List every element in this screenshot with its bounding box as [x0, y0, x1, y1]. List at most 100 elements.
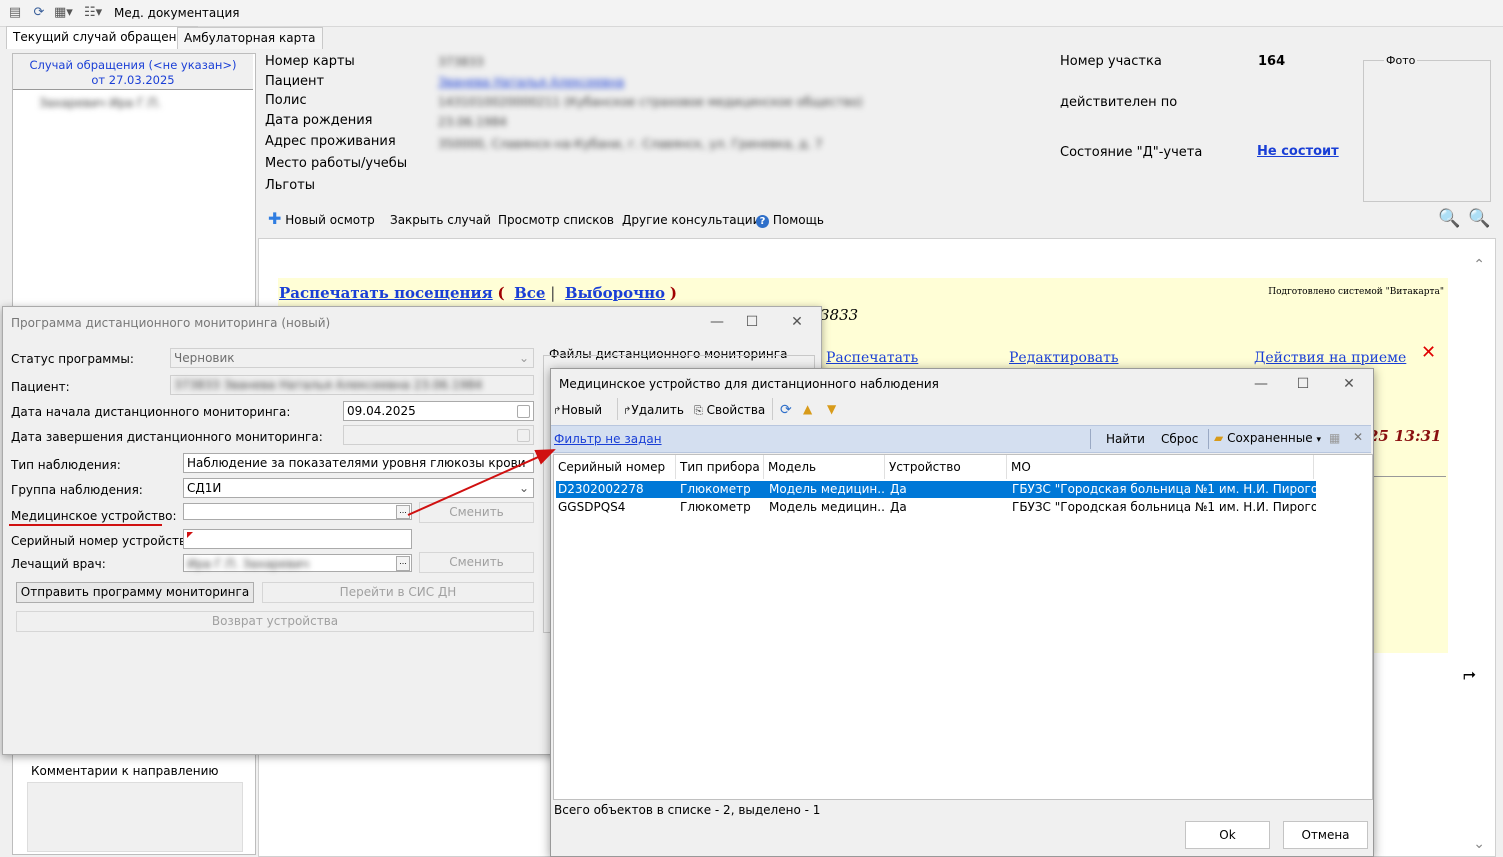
print-visits-row: Распечатать посещения ( Все | Выборочно … [279, 284, 677, 302]
view-lists-button[interactable]: Просмотр списков [498, 213, 614, 227]
chevron-down-icon: ⌄ [518, 481, 529, 495]
other-consult-button[interactable]: Другие консультации [622, 213, 760, 227]
maximize-icon[interactable]: ☐ [1293, 375, 1313, 393]
delete-button[interactable]: ↱Удалить [623, 403, 684, 417]
patient-label-d1: Пациент: [11, 380, 70, 394]
minimize-icon[interactable]: — [1251, 375, 1271, 393]
end-date-input[interactable] [343, 425, 534, 445]
dob-value: 23.06.1984 [438, 115, 507, 129]
close-icon[interactable]: ✕ [787, 313, 807, 331]
refresh-icon[interactable]: ⟳ [780, 402, 792, 418]
go-to-sis-button[interactable]: Перейти в СИС ДН [262, 582, 534, 603]
properties-label: Свойства [706, 403, 766, 417]
d-state-link[interactable]: Не состоит [1257, 144, 1339, 159]
toolbar-title[interactable]: Мед. документация [114, 6, 239, 20]
browse-button[interactable]: ... [396, 556, 410, 571]
browse-button[interactable]: ... [396, 505, 410, 519]
new-exam-button[interactable]: ✚ Новый осмотр [268, 211, 375, 228]
main-tabs: Текущий случай обращения Амбулаторная ка… [0, 26, 1503, 49]
help-button[interactable]: ? Помощь [756, 213, 824, 228]
type-select[interactable]: Наблюдение за показателями уровня глюкоз… [183, 453, 534, 473]
print-link[interactable]: Распечатать [826, 350, 918, 366]
send-program-button[interactable]: Отправить программу мониторинга [16, 582, 254, 603]
change-doctor-button[interactable]: Сменить [419, 552, 534, 573]
dob-label: Дата рождения [265, 113, 373, 128]
comments-field[interactable] [27, 782, 243, 852]
doctor-input[interactable]: Ира Г.П. Захаревич... [183, 554, 412, 572]
folder-up-icon[interactable]: ▲ [803, 402, 812, 416]
actions-at-visit-link[interactable]: Действия на приеме [1254, 350, 1406, 366]
column-header-model[interactable]: Модель медицинс... [764, 455, 885, 498]
paren-close: ) [669, 284, 677, 302]
cell-model: Модель медицин... [769, 482, 885, 496]
help-icon: ? [756, 215, 769, 228]
group-label: Группа наблюдения: [11, 483, 143, 497]
column-header-active[interactable]: Устройство активно [885, 455, 1007, 498]
saved-filters-button[interactable]: ▰ Сохраненные ▾ [1214, 431, 1321, 445]
status-label: Статус программы: [11, 352, 134, 366]
minimize-icon[interactable]: — [707, 313, 727, 331]
cell-mo: ГБУЗС "Городская больница №1 им. Н.И. Пи… [1012, 482, 1316, 496]
status-select[interactable]: Черновик ⌄ [170, 348, 534, 368]
all-link[interactable]: Все [514, 284, 545, 302]
close-icon[interactable]: ✕ [1339, 375, 1359, 393]
folder-down-icon[interactable]: ▼ [827, 402, 836, 416]
cell-type: Глюкометр [680, 500, 751, 514]
start-date-value: 09.04.2025 [347, 404, 416, 418]
cell-model: Модель медицин... [769, 500, 885, 514]
refresh-icon[interactable]: ⟳ [31, 5, 47, 21]
close-case-button[interactable]: Закрыть случай [390, 213, 491, 227]
valid-until-label: действителен по [1060, 95, 1178, 110]
column-header-mo[interactable]: МО [1007, 455, 1314, 479]
column-header-serial[interactable]: Серийный номер ... [554, 455, 676, 498]
close-x-icon[interactable]: ✕ [1421, 342, 1436, 363]
save-filter-icon[interactable]: ▦ [1329, 431, 1340, 445]
scroll-down-icon[interactable]: ⌄ [1473, 836, 1485, 852]
zoom-out-icon[interactable]: 🔍 [1468, 208, 1490, 229]
doctor-item[interactable]: Захаревич Ира Г.П. [39, 96, 161, 110]
card-number-label: Номер карты [265, 54, 355, 69]
new-label: Новый [561, 403, 603, 417]
reset-button[interactable]: Сброс [1161, 432, 1198, 446]
serial-input[interactable] [183, 529, 412, 549]
policy-label: Полис [265, 93, 307, 108]
device-input[interactable]: ... [183, 503, 412, 520]
zoom-in-icon[interactable]: 🔍 [1438, 208, 1460, 229]
doctor-value: Ира Г.П. Захаревич [187, 557, 310, 571]
change-device-button[interactable]: Сменить [419, 502, 534, 523]
cell-type: Глюкометр [680, 482, 751, 496]
print-visits-link[interactable]: Распечатать посещения [279, 284, 493, 302]
calendar-checkbox-icon[interactable] [517, 405, 530, 418]
document-menu-icon[interactable]: ▦▾ [54, 5, 73, 21]
patient-value[interactable]: Званева Наталья Алексеевна [438, 75, 624, 89]
structure-menu-icon[interactable]: ☷▾ [84, 5, 102, 21]
tab-outpatient-card[interactable]: Амбулаторная карта [177, 27, 323, 49]
scroll-up-icon[interactable]: ⌃ [1473, 257, 1485, 273]
top-toolbar: ▤ ⟳ ▦▾ ☷▾ Мед. документация [0, 0, 1503, 27]
tab-current-case[interactable]: Текущий случай обращения [6, 26, 199, 49]
cell-active: Да [890, 500, 907, 514]
calendar-checkbox-icon[interactable] [517, 429, 530, 442]
start-date-input[interactable]: 09.04.2025 [343, 401, 534, 421]
edit-link[interactable]: Редактировать [1009, 350, 1118, 366]
filter-link[interactable]: Фильтр не задан [554, 432, 662, 446]
new-button[interactable]: ↱Новый [553, 403, 602, 417]
case-item[interactable]: Случай обращения (<не указан>) от 27.03.… [13, 54, 253, 90]
save-icon[interactable]: ▤ [7, 5, 23, 21]
status-value: Черновик [174, 351, 235, 365]
maximize-icon[interactable]: ☐ [742, 313, 762, 331]
dialog1-title: Программа дистанционного мониторинга (но… [11, 316, 331, 330]
return-device-button[interactable]: Возврат устройства [16, 611, 534, 632]
properties-button[interactable]: ⎘ Свойства [694, 403, 765, 418]
cancel-button[interactable]: Отмена [1283, 821, 1368, 849]
cell-serial: D2302002278 [558, 482, 644, 496]
group-select[interactable]: СД1И ⌄ [183, 478, 534, 498]
clear-filter-icon[interactable]: ✕ [1353, 430, 1363, 444]
find-button[interactable]: Найти [1106, 432, 1145, 446]
table-row[interactable]: D2302002278 Глюкометр Модель медицин... … [556, 481, 1316, 498]
district-value: 164 [1258, 54, 1286, 69]
ok-button[interactable]: Ok [1185, 821, 1270, 849]
selective-link[interactable]: Выборочно [565, 284, 665, 302]
table-row[interactable]: GGSDPQS4 Глюкометр Модель медицин... Да … [556, 499, 1316, 516]
column-header-type[interactable]: Тип прибора [676, 455, 764, 479]
